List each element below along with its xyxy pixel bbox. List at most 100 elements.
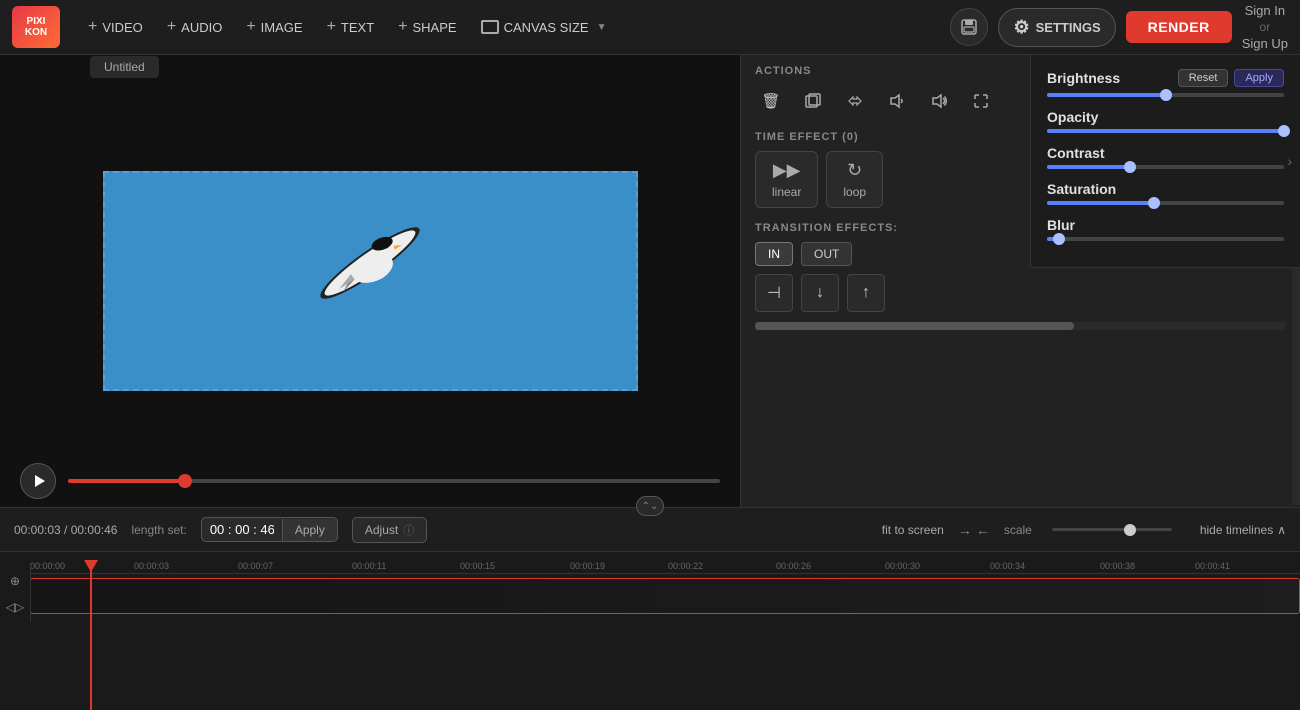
transition-effects-row: ⊣ ↓ ↑ [755, 274, 1286, 312]
transition-up-icon[interactable]: ↑ [847, 274, 885, 312]
nav-audio[interactable]: + AUDIO [157, 12, 233, 42]
fit-arrows: → ← [958, 522, 990, 538]
sign-in-link[interactable]: Sign In [1245, 3, 1285, 18]
saturation-slider[interactable] [1047, 201, 1284, 205]
left-tools: ⊕ ◁▷ [0, 566, 31, 622]
duplicate-icon[interactable] [797, 85, 829, 117]
playhead[interactable] [90, 570, 92, 710]
nav-items: + VIDEO + AUDIO + IMAGE + TEXT + SHAPE C… [78, 12, 950, 42]
tool-icon-1[interactable]: ⊕ [4, 570, 26, 592]
project-title-tab[interactable]: Untitled [90, 56, 159, 78]
linear-icon: ▶▶ [773, 160, 801, 181]
progress-fill [68, 479, 185, 483]
scale-slider[interactable] [1052, 528, 1172, 531]
contrast-header: Contrast [1047, 145, 1284, 161]
transition-cut-icon[interactable]: ⊣ [755, 274, 793, 312]
or-divider: or [1260, 20, 1271, 34]
transition-out-btn[interactable]: OUT [801, 242, 852, 266]
brightness-apply-btn[interactable]: Apply [1234, 69, 1284, 87]
plus-icon-shape: + [398, 18, 407, 36]
logo-box: PIXI KON [12, 6, 60, 48]
chevron-up-icon: ∧ [1277, 523, 1286, 537]
time-option-linear[interactable]: ▶▶ linear [755, 151, 818, 208]
settings-button[interactable]: ⚙ SETTINGS [998, 8, 1115, 47]
arrow-left-icon: ← [976, 522, 990, 538]
auth-links: Sign In or Sign Up [1242, 3, 1288, 51]
video-frame [103, 171, 638, 391]
loop-icon: ↻ [847, 160, 862, 181]
transform-icon[interactable] [839, 85, 871, 117]
hide-timelines-btn[interactable]: hide timelines ∧ [1200, 523, 1286, 537]
opacity-label: Opacity [1047, 109, 1098, 125]
tool-icon-2[interactable]: ◁▷ [4, 596, 26, 618]
length-apply-btn[interactable]: Apply [282, 519, 337, 541]
info-icon: ⓘ [403, 522, 414, 538]
blur-label: Blur [1047, 217, 1075, 233]
render-button[interactable]: RENDER [1126, 11, 1232, 43]
arrow-right-icon: → [958, 522, 972, 538]
plus-icon-video: + [88, 18, 97, 36]
sign-up-link[interactable]: Sign Up [1242, 36, 1288, 51]
fullscreen-icon[interactable] [965, 85, 997, 117]
nav-canvas-size[interactable]: CANVAS SIZE ▼ [471, 14, 617, 41]
volume-down-icon[interactable] [881, 85, 913, 117]
brightness-header: Brightness Reset Apply [1047, 69, 1284, 87]
time-option-loop[interactable]: ↻ loop [826, 151, 883, 208]
contrast-effect: Contrast [1047, 145, 1284, 169]
ruler-mark-1: 00:00:03 [134, 561, 169, 571]
brightness-reset-btn[interactable]: Reset [1178, 69, 1229, 87]
nav-shape[interactable]: + SHAPE [388, 12, 466, 42]
ruler-mark-7: 00:00:26 [776, 561, 811, 571]
ruler-mark-2: 00:00:07 [238, 561, 273, 571]
length-set-label: length set: [131, 523, 186, 537]
transition-in-btn[interactable]: IN [755, 242, 793, 266]
video-track[interactable] [30, 578, 1300, 614]
transition-down-icon[interactable]: ↓ [801, 274, 839, 312]
adjust-button[interactable]: Adjust ⓘ [352, 517, 427, 543]
save-icon [960, 18, 978, 36]
nav-video[interactable]: + VIDEO [78, 12, 153, 42]
opacity-header: Opacity [1047, 109, 1284, 125]
volume-up-icon[interactable] [923, 85, 955, 117]
ruler-mark-6: 00:00:22 [668, 561, 703, 571]
save-button[interactable] [950, 8, 988, 46]
ruler-mark-11: 00:00:41 [1195, 561, 1230, 571]
delete-icon[interactable]: 🗑 [755, 85, 787, 117]
side-panel-scrollbar[interactable] [755, 322, 1286, 330]
contrast-slider[interactable] [1047, 165, 1284, 169]
brightness-slider[interactable] [1047, 93, 1284, 97]
saturation-label: Saturation [1047, 181, 1116, 197]
drag-handle[interactable]: ⌃⌄ [636, 496, 664, 516]
brightness-label: Brightness [1047, 70, 1120, 86]
current-time-display: 00:00:03 / 00:00:46 [14, 523, 117, 537]
plus-icon-text: + [327, 18, 336, 36]
scale-label: scale [1004, 523, 1032, 537]
chevron-down-icon: ▼ [597, 22, 607, 33]
saturation-effect: Saturation [1047, 181, 1284, 205]
effects-panel: Brightness Reset Apply Opacity Contrast [1030, 55, 1300, 268]
bottom-timeline-area: ⌃⌄ 00:00:03 / 00:00:46 length set: Apply… [0, 507, 1300, 672]
progress-thumb[interactable] [178, 474, 192, 488]
blur-header: Blur [1047, 217, 1284, 233]
blur-slider[interactable] [1047, 237, 1284, 241]
ruler-mark-4: 00:00:15 [460, 561, 495, 571]
scale-thumb [1124, 524, 1136, 536]
ruler-mark-10: 00:00:38 [1100, 561, 1135, 571]
video-preview [0, 55, 740, 507]
ruler-mark-0: 00:00:00 [30, 561, 65, 571]
panel-right-arrow[interactable]: › [1287, 153, 1292, 169]
timeline-track-area [0, 574, 1300, 657]
play-button[interactable] [20, 463, 56, 499]
bird-image [260, 173, 480, 353]
progress-bar[interactable] [68, 479, 720, 483]
ruler-mark-5: 00:00:19 [570, 561, 605, 571]
nav-image[interactable]: + IMAGE [236, 12, 312, 42]
side-panel-scroll-thumb [755, 322, 1074, 330]
opacity-slider[interactable] [1047, 129, 1284, 133]
app-logo[interactable]: PIXI KON [12, 6, 60, 48]
saturation-header: Saturation [1047, 181, 1284, 197]
nav-text[interactable]: + TEXT [317, 12, 385, 42]
length-input[interactable] [202, 518, 282, 541]
brightness-effect: Brightness Reset Apply [1047, 69, 1284, 97]
top-navigation: PIXI KON + VIDEO + AUDIO + IMAGE + TEXT … [0, 0, 1300, 55]
